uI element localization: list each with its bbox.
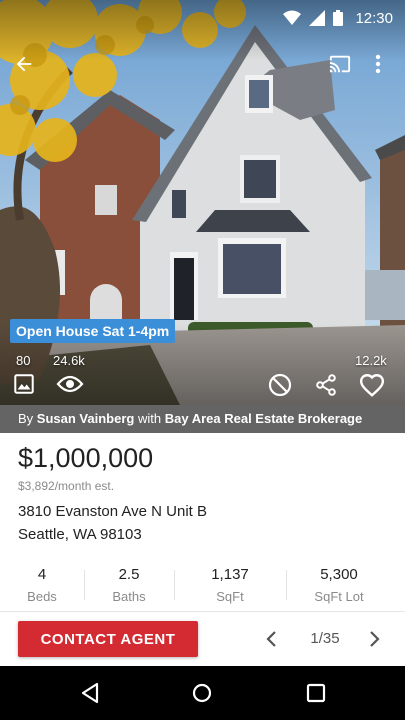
cast-icon[interactable] <box>326 50 354 78</box>
stat-label: Baths <box>112 589 146 604</box>
attribution-with: with <box>137 411 162 426</box>
share-icon[interactable] <box>313 372 339 398</box>
stat-label: SqFt <box>216 589 244 604</box>
cell-signal-icon <box>309 10 326 26</box>
monthly-estimate[interactable]: $3,892/month est. <box>18 479 114 493</box>
divider <box>0 611 405 612</box>
listing-stats: 4 Beds 2.5 Baths 1,137 SqFt 5,300 SqFt L… <box>0 562 405 610</box>
listing-pager: 1/35 <box>310 630 340 647</box>
wifi-icon <box>283 10 302 25</box>
address-line-2: Seattle, WA 98103 <box>18 526 142 543</box>
more-vert-icon[interactable] <box>368 50 388 78</box>
nav-back-icon[interactable] <box>75 678 105 708</box>
attribution-by: By <box>18 411 34 426</box>
stat-beds: 4 Beds <box>0 562 84 610</box>
stat-sqft: 1,137 SqFt <box>174 562 286 610</box>
open-house-badge: Open House Sat 1-4pm <box>10 319 176 343</box>
address-line-1: 3810 Evanston Ave N Unit B <box>18 503 208 520</box>
stat-value: 1,137 <box>211 566 249 583</box>
hide-icon[interactable] <box>267 372 293 398</box>
eye-icon <box>55 372 85 396</box>
view-count: 24.6k <box>53 353 85 368</box>
listing-price: $1,000,000 <box>18 443 154 473</box>
stat-baths: 2.5 Baths <box>84 562 174 610</box>
stat-sqft-lot: 5,300 SqFt Lot <box>286 562 392 610</box>
back-arrow-icon[interactable] <box>10 50 38 78</box>
agent-name[interactable]: Susan Vainberg <box>37 411 135 426</box>
favorite-count: 12.2k <box>355 353 387 368</box>
stat-value: 4 <box>37 566 47 583</box>
nav-recents-icon[interactable] <box>301 678 331 708</box>
gallery-icon[interactable] <box>12 372 36 396</box>
top-toolbar <box>0 44 405 84</box>
battery-icon <box>333 10 344 26</box>
listing-photo[interactable]: 12:30 Open House Sat 1-4pm 80 24.6k 12.2… <box>0 0 405 405</box>
stat-value: 5,300 <box>320 566 358 583</box>
system-nav-bar <box>0 666 405 720</box>
stat-label: Beds <box>27 589 57 604</box>
heart-icon[interactable] <box>358 371 386 399</box>
stat-value: 2.5 <box>118 566 140 583</box>
status-bar: 12:30 <box>0 0 405 36</box>
chevron-left-icon[interactable] <box>260 627 284 651</box>
listing-attribution: By Susan Vainberg with Bay Area Real Est… <box>0 405 405 433</box>
photo-count: 80 <box>16 353 31 368</box>
nav-home-icon[interactable] <box>187 678 217 708</box>
contact-agent-button[interactable]: CONTACT AGENT <box>18 621 198 657</box>
stat-label: SqFt Lot <box>314 589 364 604</box>
brokerage-name[interactable]: Bay Area Real Estate Brokerage <box>165 411 363 426</box>
clock: 12:30 <box>355 9 393 27</box>
chevron-right-icon[interactable] <box>362 627 386 651</box>
